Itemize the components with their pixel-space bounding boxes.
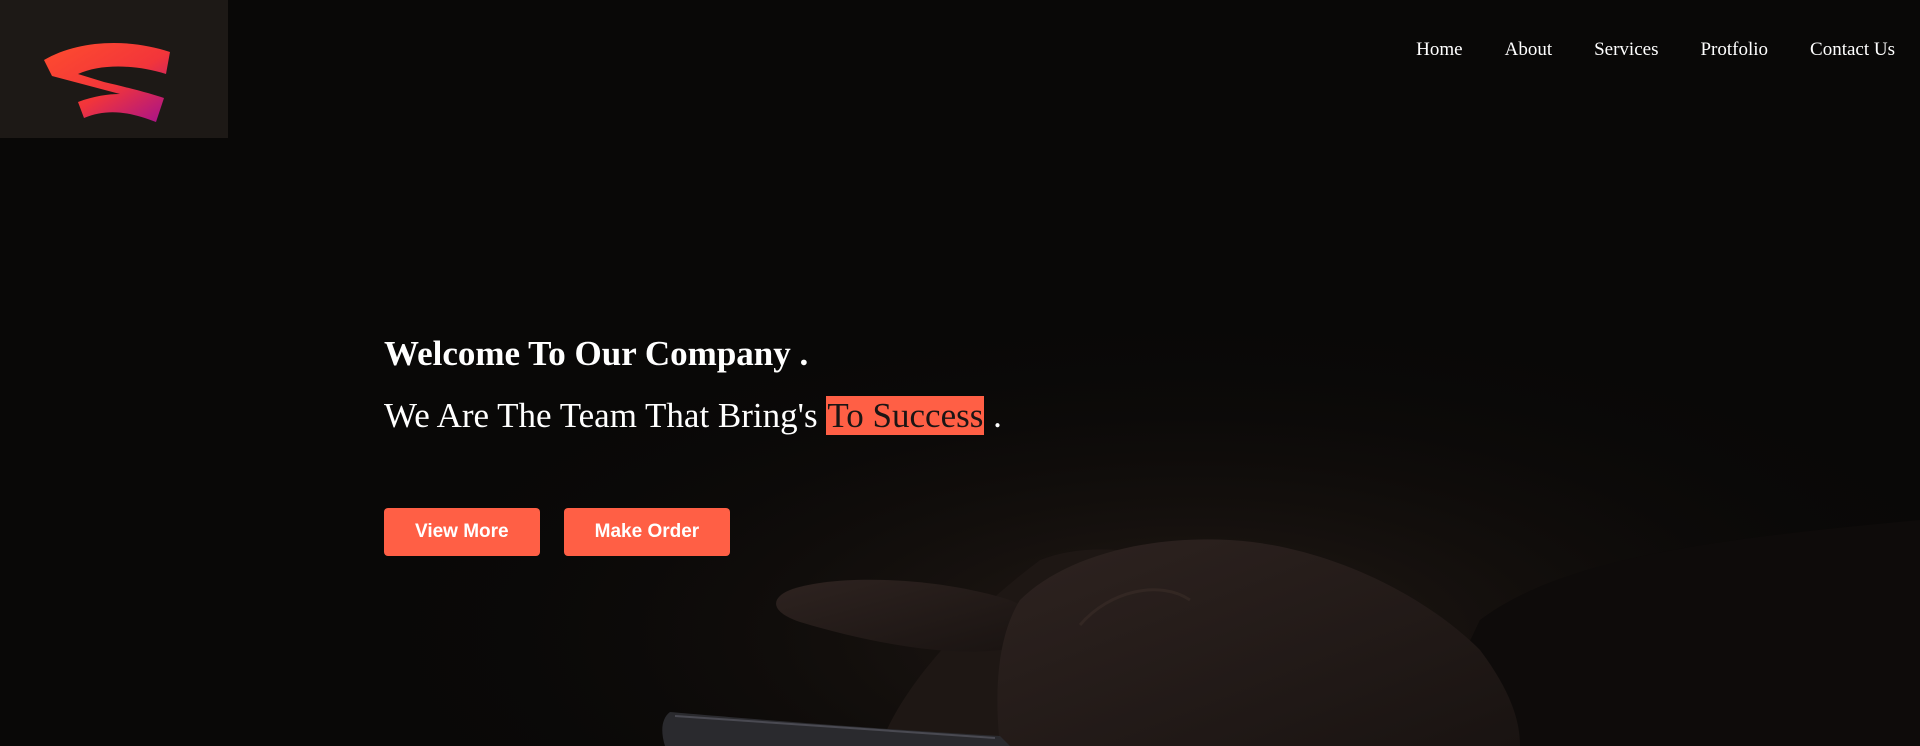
hero-subtitle-prefix: We Are The Team That Bring's <box>384 396 818 435</box>
main-navigation: Home About Services Protfolio Contact Us <box>1374 37 1895 63</box>
nav-item-portfolio[interactable]: Protfolio <box>1700 37 1768 63</box>
view-more-button[interactable]: View More <box>384 508 540 556</box>
hero-title: Welcome To Our Company . <box>384 334 809 373</box>
stadia-logo-icon <box>44 42 170 122</box>
hero-buttons: View More Make Order <box>384 508 731 556</box>
nav-item-about[interactable]: About <box>1505 37 1553 63</box>
hero-subtitle-suffix: . <box>993 396 1002 435</box>
nav-item-services[interactable]: Services <box>1594 37 1658 63</box>
nav-item-contact[interactable]: Contact Us <box>1810 37 1895 63</box>
logo-container[interactable] <box>0 0 228 138</box>
nav-item-home[interactable]: Home <box>1416 37 1462 63</box>
hero-subtitle: We Are The Team That Bring's To Success … <box>384 394 1284 438</box>
make-order-button[interactable]: Make Order <box>563 508 731 556</box>
hero-content: Welcome To Our Company . We Are The Team… <box>384 330 1284 438</box>
hero-subtitle-highlight: To Success <box>826 396 985 435</box>
